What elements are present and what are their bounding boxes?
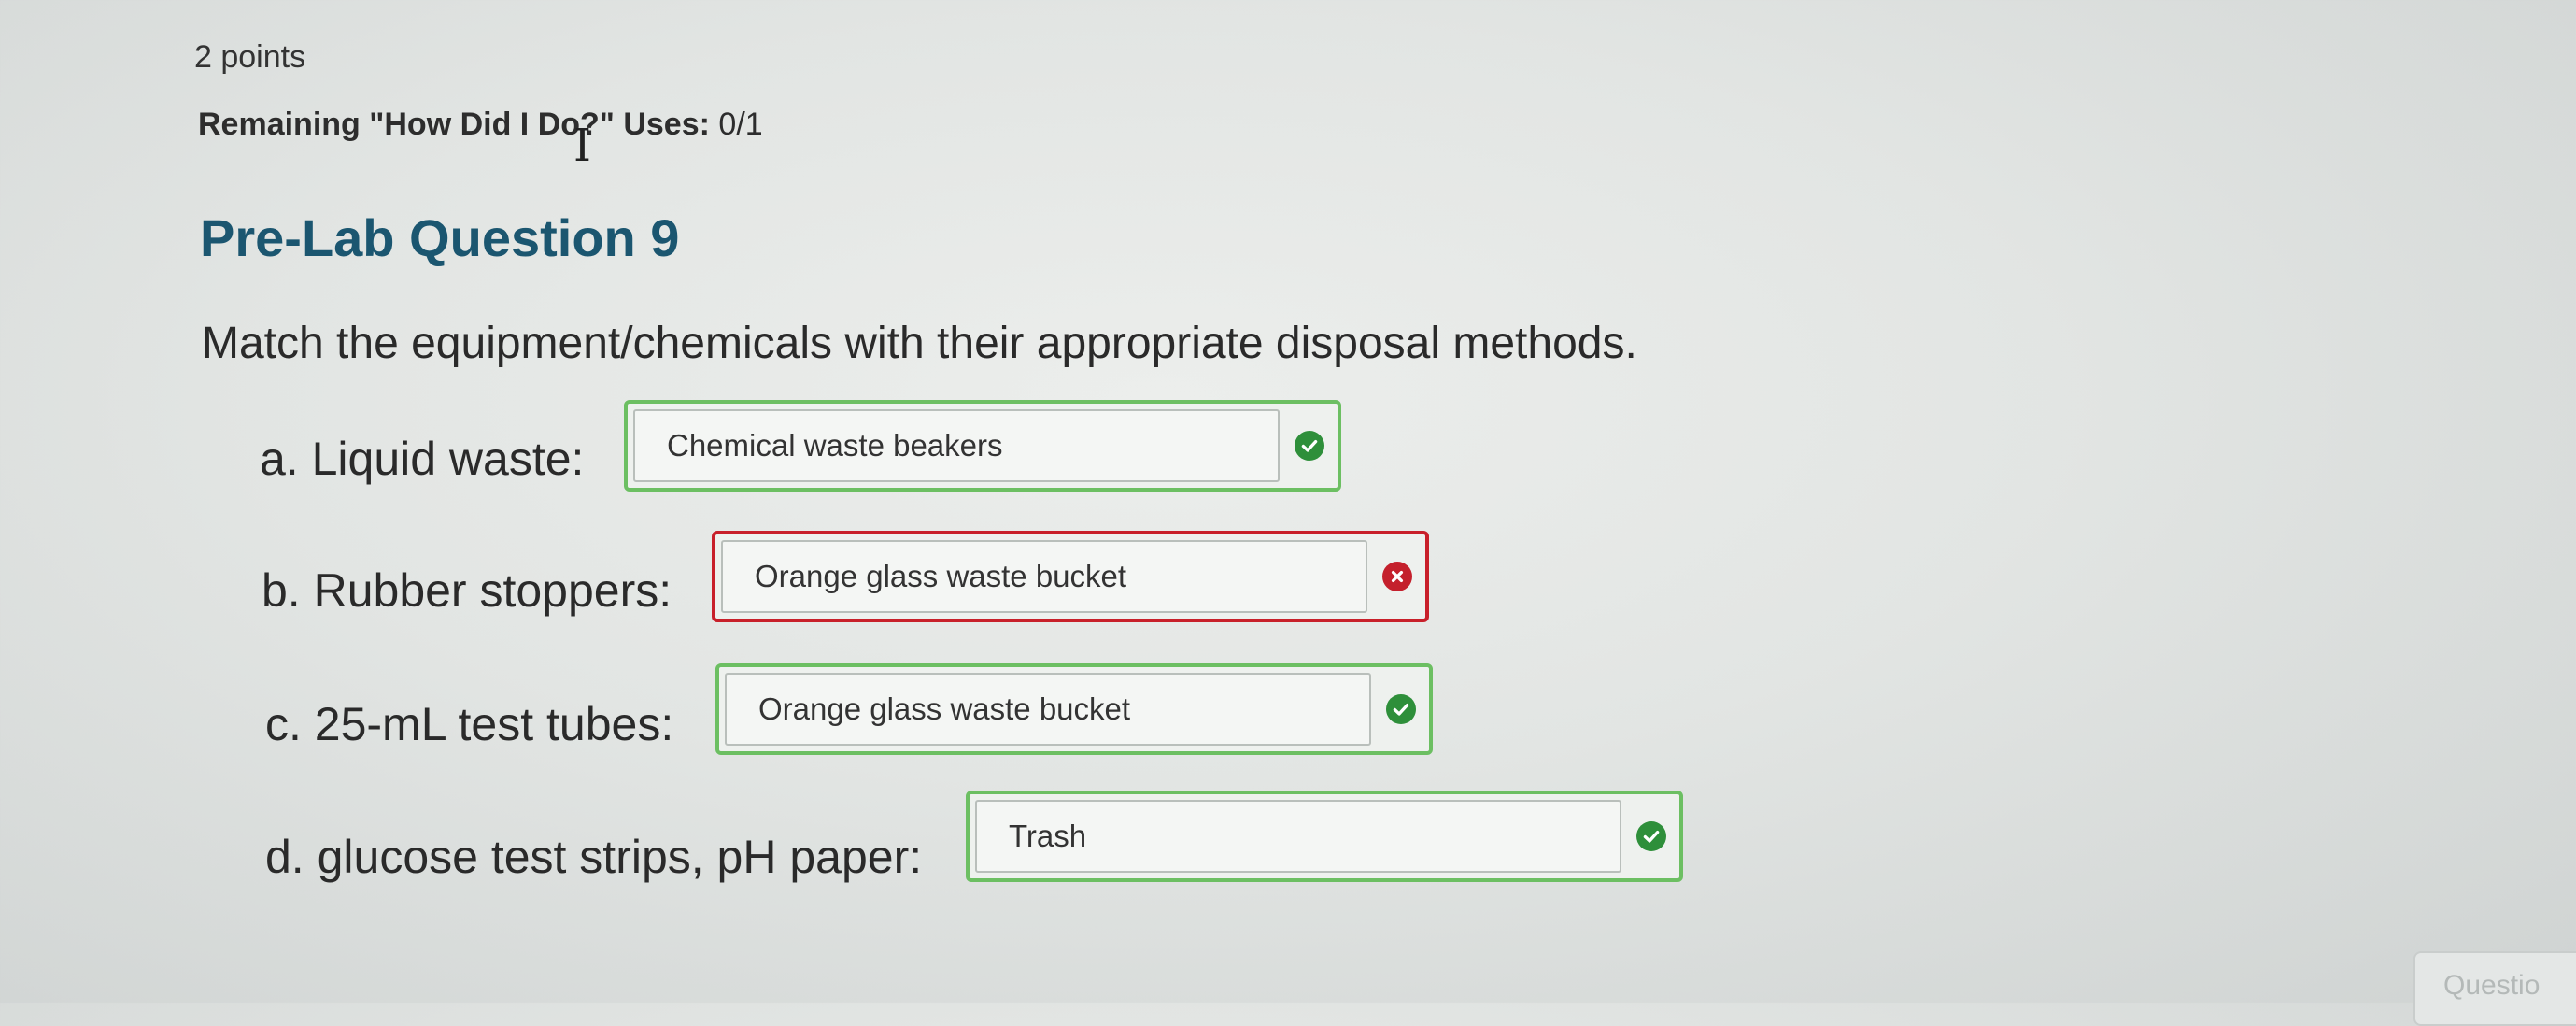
uses-label: Remaining "How Did I Do?" Uses: — [198, 107, 710, 142]
uses-value: 0/1 — [718, 107, 763, 142]
question-nav-button[interactable]: Questio — [2413, 951, 2576, 1026]
question-prompt: Match the equipment/chemicals with their… — [202, 319, 1637, 368]
correct-check-icon — [1386, 694, 1416, 724]
answer-value-d[interactable]: Trash — [975, 800, 1621, 873]
answer-select-c[interactable]: Orange glass waste bucket — [715, 663, 1433, 755]
item-label-d: d. glucose test strips, pH paper: — [265, 831, 923, 883]
question-title: Pre-Lab Question 9 — [200, 208, 680, 267]
correct-check-icon — [1636, 821, 1666, 851]
how-did-i-do-uses: Remaining "How Did I Do?" Uses: 0/1 — [198, 107, 763, 143]
answer-select-a[interactable]: Chemical waste beakers — [624, 400, 1341, 492]
answer-select-b[interactable]: Orange glass waste bucket — [712, 531, 1429, 622]
correct-check-icon — [1295, 431, 1324, 461]
answer-value-c[interactable]: Orange glass waste bucket — [725, 673, 1371, 746]
points-label: 2 points — [194, 39, 306, 75]
item-label-b: b. Rubber stoppers: — [262, 564, 672, 617]
item-label-a: a. Liquid waste: — [260, 433, 585, 485]
text-cursor-icon: I — [573, 120, 591, 172]
item-label-c: c. 25-mL test tubes: — [265, 698, 674, 750]
answer-value-b[interactable]: Orange glass waste bucket — [721, 540, 1367, 613]
answer-value-a[interactable]: Chemical waste beakers — [633, 409, 1280, 482]
incorrect-x-icon — [1382, 562, 1412, 591]
answer-select-d[interactable]: Trash — [966, 791, 1683, 882]
